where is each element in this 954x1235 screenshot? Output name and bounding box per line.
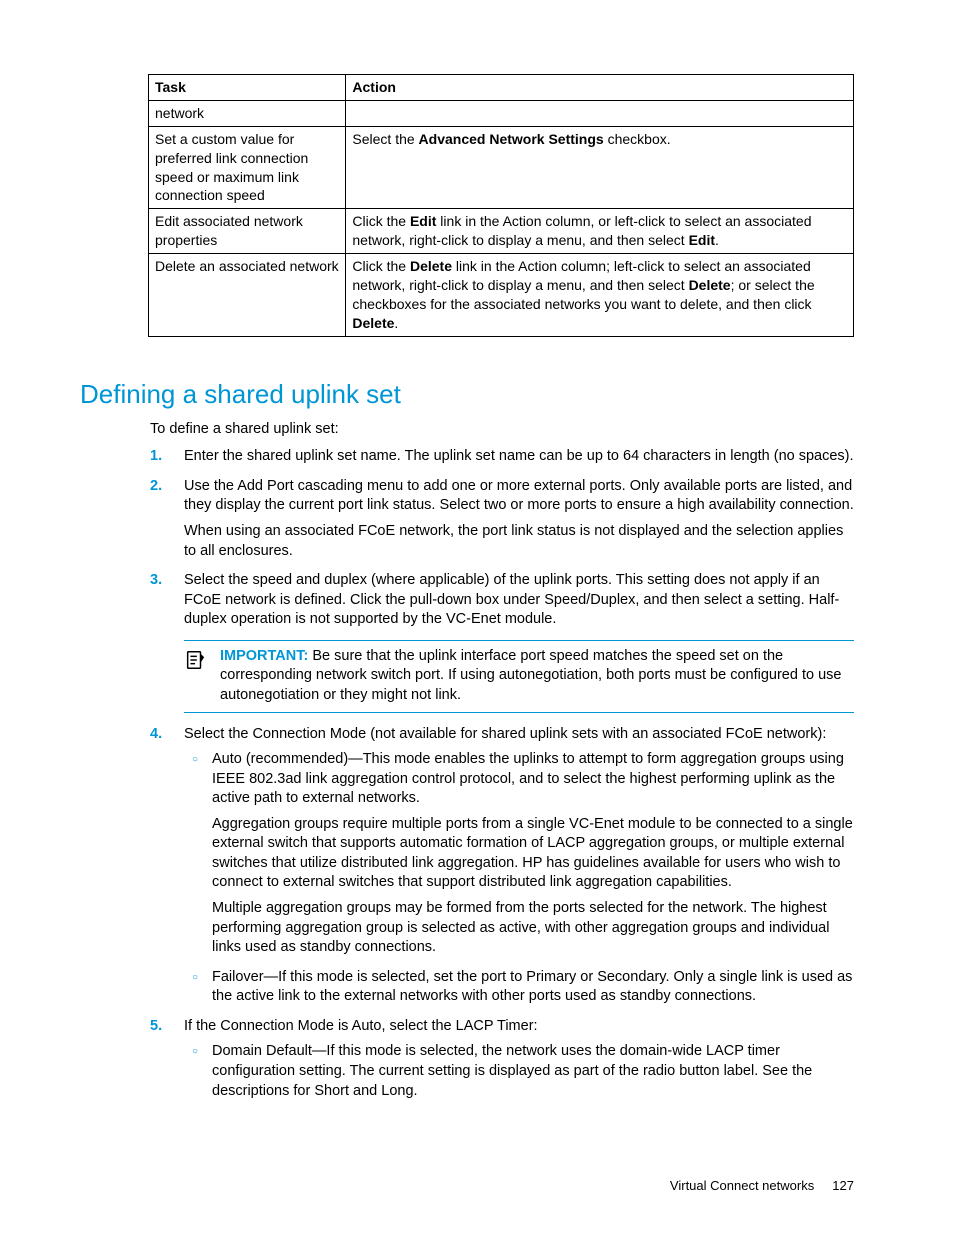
cell-action — [346, 100, 854, 126]
header-task: Task — [149, 75, 346, 101]
step-4: Select the Connection Mode (not availabl… — [184, 725, 854, 1007]
step-text: When using an associated FCoE network, t… — [184, 522, 854, 561]
step-text: Select the speed and duplex (where appli… — [184, 571, 854, 630]
footer-section: Virtual Connect networks — [670, 1178, 814, 1193]
footer-page-number: 127 — [832, 1178, 854, 1193]
table-row: network — [149, 100, 854, 126]
cell-action: Click the Edit link in the Action column… — [346, 209, 854, 254]
cell-task: Delete an associated network — [149, 254, 346, 337]
important-callout: IMPORTANT: Be sure that the uplink inter… — [184, 640, 854, 713]
step-text: Select the Connection Mode (not availabl… — [184, 725, 854, 745]
cell-task: network — [149, 100, 346, 126]
cell-action: Select the Advanced Network Settings che… — [346, 126, 854, 209]
intro-text: To define a shared uplink set: — [150, 420, 854, 440]
cell-task: Edit associated network properties — [149, 209, 346, 254]
cell-action: Click the Delete link in the Action colu… — [346, 254, 854, 337]
sub-list: Auto (recommended)—This mode enables the… — [184, 750, 854, 1007]
sub-list: Domain Default—If this mode is selected,… — [184, 1042, 854, 1101]
list-item: Domain Default—If this mode is selected,… — [212, 1042, 854, 1101]
important-label: IMPORTANT: — [220, 648, 308, 664]
list-item: Failover—If this mode is selected, set t… — [212, 968, 854, 1007]
step-text: Enter the shared uplink set name. The up… — [184, 448, 854, 464]
task-action-table: Task Action network Set a custom value f… — [148, 74, 854, 337]
steps-list: Enter the shared uplink set name. The up… — [150, 447, 854, 1101]
section-heading: Defining a shared uplink set — [80, 377, 854, 412]
step-3: Select the speed and duplex (where appli… — [184, 571, 854, 712]
header-action: Action — [346, 75, 854, 101]
table-row: Delete an associated network Click the D… — [149, 254, 854, 337]
page-footer: Virtual Connect networks 127 — [670, 1177, 854, 1195]
table-row: Edit associated network properties Click… — [149, 209, 854, 254]
step-text: Use the Add Port cascading menu to add o… — [184, 477, 854, 516]
step-1: Enter the shared uplink set name. The up… — [184, 447, 854, 467]
note-icon — [184, 647, 210, 678]
table-row: Set a custom value for preferred link co… — [149, 126, 854, 209]
step-5: If the Connection Mode is Auto, select t… — [184, 1017, 854, 1101]
step-text: If the Connection Mode is Auto, select t… — [184, 1017, 854, 1037]
list-item: Auto (recommended)—This mode enables the… — [212, 750, 854, 958]
step-2: Use the Add Port cascading menu to add o… — [184, 477, 854, 561]
important-body: Be sure that the uplink interface port s… — [220, 648, 841, 703]
cell-task: Set a custom value for preferred link co… — [149, 126, 346, 209]
